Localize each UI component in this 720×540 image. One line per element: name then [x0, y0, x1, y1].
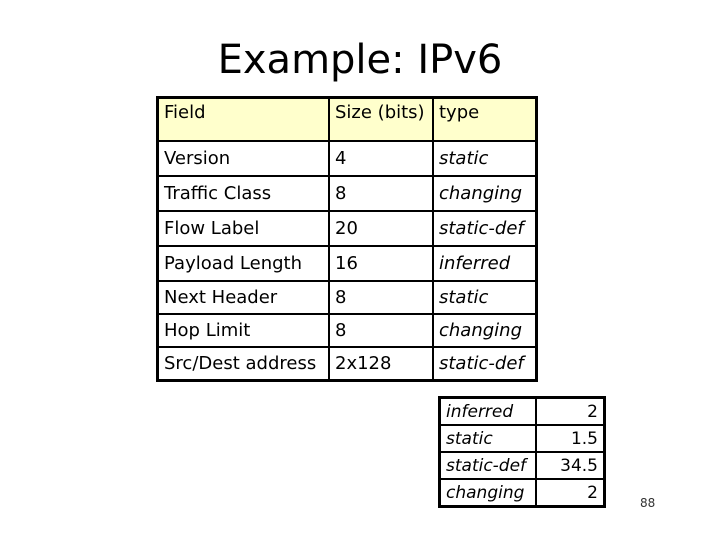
table-header-row: Field Size (bits) type	[156, 96, 538, 142]
summary-type-cell: changing	[438, 478, 537, 508]
table-row: Flow Label 20 static-def	[156, 210, 538, 247]
header-field: Field	[156, 96, 330, 142]
summary-row: inferred 2	[438, 396, 606, 426]
summary-value-cell: 1.5	[535, 424, 606, 453]
type-cell: static-def	[432, 346, 538, 382]
page-number: 88	[640, 496, 656, 510]
size-cell: 4	[328, 140, 434, 177]
field-cell: Src/Dest address	[156, 346, 330, 382]
summary-type-cell: static	[438, 424, 537, 453]
summary-row: static 1.5	[438, 424, 606, 453]
table-row: Traffic Class 8 changing	[156, 175, 538, 212]
summary-row: static-def 34.5	[438, 451, 606, 480]
header-type: type	[432, 96, 538, 142]
size-cell: 8	[328, 313, 434, 348]
summary-type-cell: inferred	[438, 396, 537, 426]
field-cell: Flow Label	[156, 210, 330, 247]
type-cell: static	[432, 140, 538, 177]
type-cell: static-def	[432, 210, 538, 247]
summary-row: changing 2	[438, 478, 606, 508]
field-cell: Version	[156, 140, 330, 177]
field-cell: Traffic Class	[156, 175, 330, 212]
table-row: Version 4 static	[156, 140, 538, 177]
type-cell: changing	[432, 175, 538, 212]
type-cell: changing	[432, 313, 538, 348]
summary-value-cell: 2	[535, 396, 606, 426]
table-row: Payload Length 16 inferred	[156, 245, 538, 282]
size-cell: 8	[328, 175, 434, 212]
size-cell: 2x128	[328, 346, 434, 382]
header-size: Size (bits)	[328, 96, 434, 142]
table-row: Src/Dest address 2x128 static-def	[156, 346, 538, 382]
type-cell: inferred	[432, 245, 538, 282]
summary-type-cell: static-def	[438, 451, 537, 480]
size-cell: 16	[328, 245, 434, 282]
summary-value-cell: 34.5	[535, 451, 606, 480]
ipv6-fields-table: Field Size (bits) type Version 4 static …	[156, 96, 538, 382]
table-row: Hop Limit 8 changing	[156, 313, 538, 348]
table-row: Next Header 8 static	[156, 280, 538, 315]
field-cell: Payload Length	[156, 245, 330, 282]
size-cell: 8	[328, 280, 434, 315]
field-cell: Hop Limit	[156, 313, 330, 348]
type-cell: static	[432, 280, 538, 315]
slide-title: Example: IPv6	[217, 37, 503, 83]
field-cell: Next Header	[156, 280, 330, 315]
summary-value-cell: 2	[535, 478, 606, 508]
summary-table: inferred 2 static 1.5 static-def 34.5 ch…	[438, 396, 606, 508]
size-cell: 20	[328, 210, 434, 247]
